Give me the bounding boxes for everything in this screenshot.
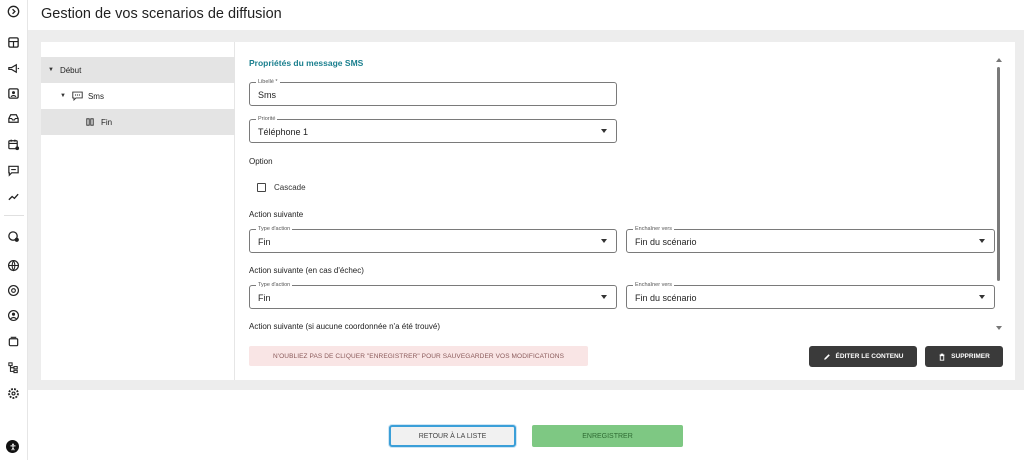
- action-type-select[interactable]: Type d'action Fin: [249, 225, 617, 253]
- properties-scrollbar[interactable]: [995, 54, 1004, 332]
- edit-content-label: ÉDITER LE CONTENU: [835, 353, 904, 360]
- priorite-label: Priorité: [256, 115, 278, 123]
- action-type-value: Fin: [258, 237, 271, 247]
- tree-node-debut[interactable]: ▼ Début: [41, 57, 235, 83]
- tree-node-label: Début: [59, 65, 82, 75]
- action-type-label: Type d'action: [256, 281, 293, 289]
- save-button[interactable]: ENREGISTRER: [532, 425, 683, 447]
- action-type-value: Fin: [258, 293, 271, 303]
- sms-message-icon: [72, 91, 83, 101]
- user-circle-icon[interactable]: [6, 308, 20, 322]
- enchainer-vers-value: Fin du scénario: [635, 293, 697, 303]
- dashboard-icon[interactable]: [6, 35, 20, 49]
- save-reminder-banner: N'OUBLIEZ PAS DE CLIQUER "ENREGISTRER" P…: [249, 346, 588, 366]
- back-to-list-button[interactable]: RETOUR À LA LISTE: [389, 425, 516, 447]
- tree-node-label: Fin: [101, 117, 113, 127]
- libelle-label: Libellé *: [256, 78, 280, 86]
- rail-divider: [4, 215, 24, 216]
- dropdown-arrow-icon: [601, 239, 607, 243]
- chat-icon[interactable]: [6, 163, 20, 177]
- caret-down-icon[interactable]: ▼: [48, 67, 54, 73]
- caret-down-icon[interactable]: ▼: [60, 93, 66, 99]
- action-suivante-heading: Action suivante: [249, 210, 304, 219]
- dropdown-arrow-icon: [601, 295, 607, 299]
- properties-pane: Propriétés du message SMS Libellé * Sms …: [236, 42, 1015, 380]
- page-title: Gestion de vos scenarios de diffusion: [41, 6, 282, 22]
- action-aucune-coordonnee-heading: Action suivante (si aucune coordonnée n'…: [249, 322, 440, 331]
- chevron-right-circle-icon[interactable]: [6, 4, 20, 18]
- scroll-up-arrow-icon[interactable]: [996, 58, 1002, 62]
- inbox-icon[interactable]: [6, 111, 20, 125]
- cascade-label: Cascade: [274, 183, 306, 192]
- tree-node-fin[interactable]: Fin: [41, 109, 235, 135]
- action-echec-heading: Action suivante (en cas d'échec): [249, 266, 364, 275]
- gear-icon[interactable]: [6, 386, 20, 400]
- page-header: Gestion de vos scenarios de diffusion: [28, 0, 1024, 30]
- scenario-editor-panel: ▼ Début ▼ Sms Fin Propriétés du message …: [41, 42, 1015, 380]
- enchainer-vers-value: Fin du scénario: [635, 237, 697, 247]
- action-echec-type-select[interactable]: Type d'action Fin: [249, 281, 617, 309]
- pencil-icon: [823, 353, 830, 360]
- dropdown-arrow-icon: [601, 129, 607, 133]
- enchainer-vers-label: Enchaîner vers: [633, 281, 674, 289]
- end-node-icon: [86, 118, 94, 126]
- contact-card-icon[interactable]: [6, 86, 20, 100]
- delete-label: SUPPRIMER: [951, 353, 990, 360]
- edit-content-button[interactable]: ÉDITER LE CONTENU: [809, 346, 917, 367]
- settings-check-icon[interactable]: [6, 229, 20, 243]
- enchainer-vers-select[interactable]: Enchaîner vers Fin du scénario: [626, 225, 995, 253]
- cascade-checkbox[interactable]: [257, 183, 266, 192]
- libelle-field[interactable]: Libellé * Sms: [249, 78, 617, 106]
- megaphone-icon[interactable]: [6, 61, 20, 75]
- trash-icon: [939, 353, 945, 361]
- dropdown-arrow-icon: [979, 295, 985, 299]
- tree-node-label: Sms: [87, 91, 104, 101]
- hierarchy-icon[interactable]: [6, 360, 20, 374]
- icon-rail: [0, 0, 28, 460]
- accessibility-icon[interactable]: [6, 440, 19, 453]
- calendar-check-icon[interactable]: [6, 137, 20, 151]
- priorite-select[interactable]: Priorité Téléphone 1: [249, 115, 617, 143]
- scrollbar-thumb[interactable]: [997, 67, 1000, 281]
- dropdown-arrow-icon: [979, 239, 985, 243]
- libelle-value: Sms: [258, 90, 276, 100]
- action-echec-target-select[interactable]: Enchaîner vers Fin du scénario: [626, 281, 995, 309]
- option-heading: Option: [249, 157, 273, 166]
- properties-title: Propriétés du message SMS: [249, 58, 364, 68]
- trend-icon[interactable]: [6, 189, 20, 203]
- delete-button[interactable]: SUPPRIMER: [925, 346, 1003, 367]
- scenario-tree: ▼ Début ▼ Sms Fin: [41, 42, 235, 380]
- scroll-down-arrow-icon[interactable]: [996, 326, 1002, 330]
- priorite-value: Téléphone 1: [258, 127, 309, 137]
- at-sign-icon[interactable]: [6, 283, 20, 297]
- stack-icon[interactable]: [6, 334, 20, 348]
- tree-node-sms[interactable]: ▼ Sms: [41, 83, 235, 109]
- enchainer-vers-label: Enchaîner vers: [633, 225, 674, 233]
- globe-icon[interactable]: [6, 258, 20, 272]
- action-type-label: Type d'action: [256, 225, 293, 233]
